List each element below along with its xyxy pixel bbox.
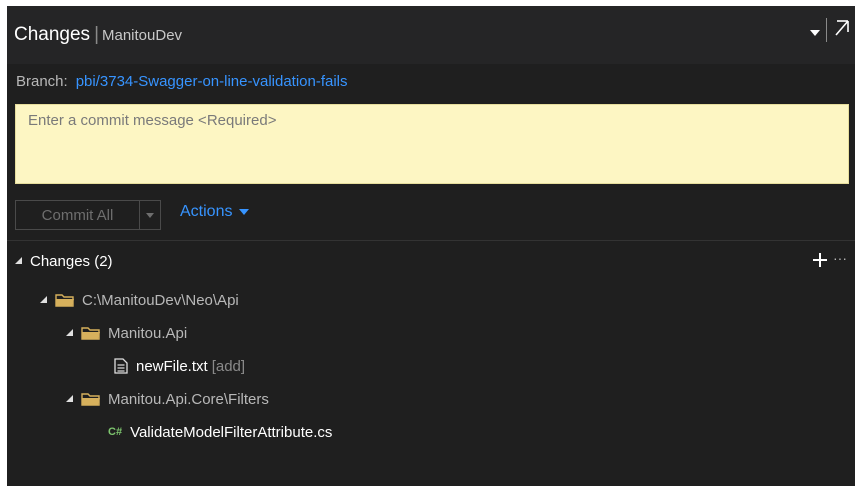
tree-node-label: Manitou.Api.Core\Filters bbox=[108, 390, 269, 408]
file-status-tag: [add] bbox=[211, 357, 246, 375]
tree-node-folder[interactable]: Manitou.Api.Core\Filters bbox=[66, 388, 269, 410]
plus-icon[interactable] bbox=[811, 251, 829, 269]
tree-node-file[interactable]: C# ValidateModelFilterAttribute.cs bbox=[108, 421, 332, 443]
commit-message-input[interactable]: Enter a commit message <Required> bbox=[15, 104, 849, 184]
branch-link[interactable]: pbi/3734-Swagger-on-line-validation-fail… bbox=[76, 73, 348, 90]
commit-dropdown-icon[interactable] bbox=[140, 201, 160, 229]
expand-triangle-icon[interactable] bbox=[66, 394, 73, 402]
git-changes-panel: Changes | ManitouDev Branch: pbi/3734-Swagg… bbox=[7, 6, 855, 486]
tree-node-root-path[interactable]: C:\ManitouDev\Neo\Api bbox=[40, 289, 239, 311]
folder-icon bbox=[55, 294, 74, 307]
chevron-down-icon[interactable] bbox=[808, 24, 822, 42]
csharp-file-icon: C# bbox=[108, 426, 123, 438]
tree-node-label: Manitou.Api bbox=[108, 324, 188, 342]
tree-node-folder[interactable]: Manitou.Api bbox=[66, 322, 187, 344]
ellipsis-icon[interactable]: ··· bbox=[833, 250, 847, 266]
actions-caret-icon bbox=[239, 209, 250, 215]
panel-title: Changes | ManitouDev bbox=[14, 24, 182, 46]
branch-label: Branch: bbox=[16, 73, 68, 90]
panel-title-text: Changes bbox=[14, 24, 91, 45]
commit-all-label[interactable]: Commit All bbox=[16, 201, 140, 229]
actions-button[interactable]: Actions bbox=[180, 203, 250, 221]
changes-section-header[interactable]: Changes (2) bbox=[15, 250, 113, 272]
changes-header-label: Changes (2) bbox=[30, 252, 113, 270]
pop-out-icon[interactable] bbox=[831, 19, 851, 39]
file-name: newFile.txt bbox=[136, 357, 208, 375]
file-name: ValidateModelFilterAttribute.cs bbox=[130, 423, 333, 441]
repository-name[interactable]: ManitouDev bbox=[102, 27, 182, 44]
tree-node-file[interactable]: newFile.txt [add] bbox=[114, 355, 245, 377]
folder-icon bbox=[81, 393, 100, 406]
tree-node-label: C:\ManitouDev\Neo\Api bbox=[82, 291, 239, 309]
actions-label[interactable]: Actions bbox=[180, 203, 232, 221]
branch-row: Branch: pbi/3734-Swagger-on-line-validati… bbox=[16, 73, 348, 90]
text-file-icon bbox=[114, 358, 128, 374]
expand-triangle-icon[interactable] bbox=[40, 295, 47, 303]
title-separator: | bbox=[94, 24, 99, 45]
header-divider bbox=[826, 18, 827, 42]
expand-triangle-icon[interactable] bbox=[66, 328, 73, 336]
panel-header: Changes | ManitouDev bbox=[7, 6, 855, 64]
folder-icon bbox=[81, 327, 100, 340]
section-divider bbox=[7, 240, 855, 241]
commit-all-button[interactable]: Commit All bbox=[15, 200, 161, 230]
expand-triangle-icon[interactable] bbox=[15, 256, 22, 264]
